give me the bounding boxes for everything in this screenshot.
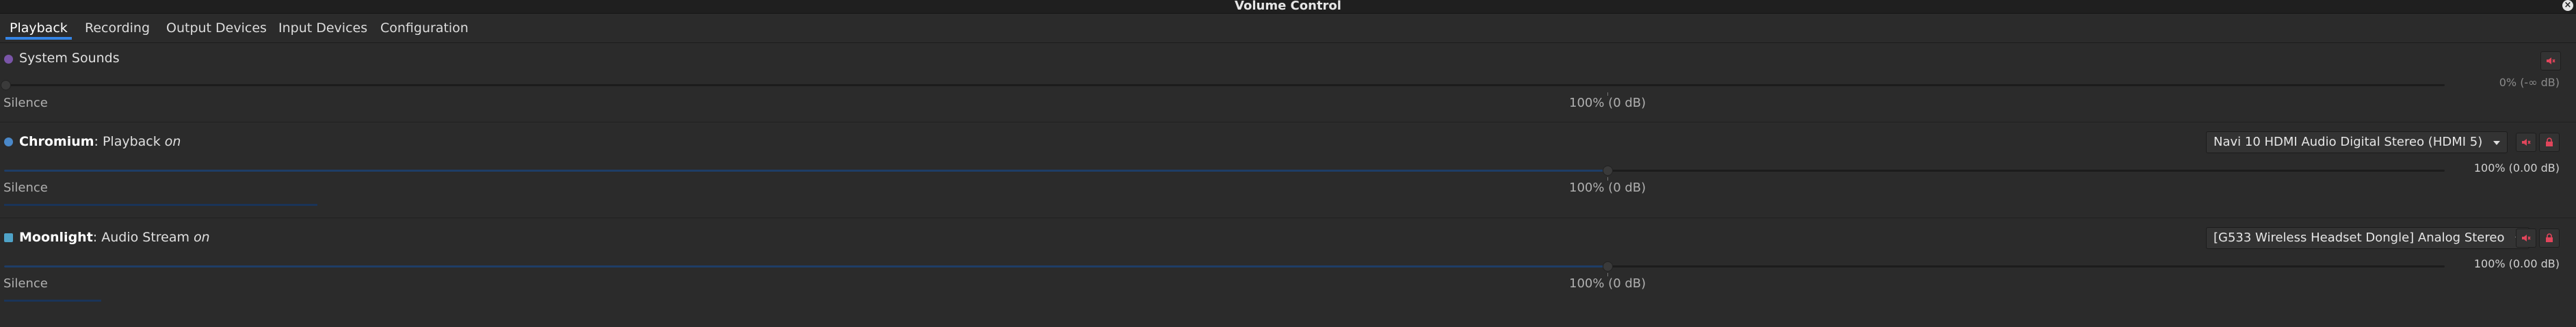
tab-output-devices[interactable]: Output Devices xyxy=(162,19,271,40)
volume-readout: 0% (-∞ dB) xyxy=(2499,76,2560,89)
moonlight-icon xyxy=(4,233,13,242)
tab-configuration[interactable]: Configuration xyxy=(376,19,473,40)
scale-100-label: 100% (0 dB) xyxy=(1569,181,1646,195)
close-icon[interactable]: × xyxy=(2562,0,2573,11)
lock-icon xyxy=(2546,138,2553,146)
volume-slider[interactable] xyxy=(1,80,2445,90)
scale-100-label: 100% (0 dB) xyxy=(1569,96,1646,110)
chromium-icon xyxy=(4,138,13,146)
volume-slider[interactable] xyxy=(4,166,2445,176)
stream-title: Chromium: Playback on xyxy=(19,134,181,149)
device-select-label: Navi 10 HDMI Audio Digital Stereo (HDMI … xyxy=(2213,135,2483,149)
volume-slider-handle[interactable] xyxy=(1,80,11,90)
stream-moonlight: Moonlight: Audio Stream on [G533 Wireles… xyxy=(0,219,2576,308)
volume-readout: 100% (0.00 dB) xyxy=(2473,257,2560,270)
output-device-select[interactable]: [G533 Wireless Headset Dongle] Analog St… xyxy=(2206,227,2530,249)
lock-icon xyxy=(2546,233,2553,242)
stream-state: on xyxy=(164,134,181,149)
stream-detail: : Playback xyxy=(94,134,161,149)
lock-channels-button[interactable] xyxy=(2539,133,2560,152)
volume-slider[interactable] xyxy=(4,261,2445,272)
tab-bar: Playback Recording Output Devices Input … xyxy=(0,14,2576,43)
tab-playback[interactable]: Playback xyxy=(5,19,72,40)
speaker-mute-icon xyxy=(2522,139,2531,146)
speaker-mute-icon xyxy=(2522,235,2531,241)
peak-meter xyxy=(4,204,318,206)
app-name: Moonlight xyxy=(19,230,93,245)
scale-silence-label: Silence xyxy=(3,276,48,291)
volume-slider-fill xyxy=(4,170,1607,172)
speaker-icon xyxy=(4,55,13,64)
window-title: Volume Control xyxy=(1235,0,1341,13)
app-name: System Sounds xyxy=(19,51,120,66)
volume-slider-handle[interactable] xyxy=(1603,261,1613,272)
mute-button[interactable] xyxy=(2540,51,2561,70)
scale-silence-label: Silence xyxy=(3,181,48,195)
output-device-select[interactable]: Navi 10 HDMI Audio Digital Stereo (HDMI … xyxy=(2206,131,2508,153)
volume-slider-fill xyxy=(4,265,1607,267)
tab-input-devices[interactable]: Input Devices xyxy=(274,19,371,40)
stream-title: Moonlight: Audio Stream on xyxy=(19,230,210,245)
mute-button[interactable] xyxy=(2516,228,2536,248)
stream-title: System Sounds xyxy=(19,51,120,66)
lock-channels-button[interactable] xyxy=(2539,228,2560,248)
stream-detail: : Audio Stream xyxy=(92,230,190,245)
title-bar: Volume Control × xyxy=(0,0,2576,14)
peak-meter xyxy=(4,300,102,302)
chevron-down-icon xyxy=(2493,141,2501,145)
volume-slider-handle[interactable] xyxy=(1603,166,1613,176)
volume-readout: 100% (0.00 dB) xyxy=(2473,161,2560,174)
stream-system-sounds: System Sounds 0% (-∞ dB) Silence 100% (0… xyxy=(0,43,2576,122)
muted-speaker-icon xyxy=(2547,57,2555,64)
scale-silence-label: Silence xyxy=(3,96,48,110)
stream-chromium: Chromium: Playback on Navi 10 HDMI Audio… xyxy=(0,123,2576,212)
app-name: Chromium xyxy=(19,134,94,149)
mute-button[interactable] xyxy=(2516,133,2536,152)
stream-state: on xyxy=(194,230,210,245)
scale-100-label: 100% (0 dB) xyxy=(1569,276,1646,291)
tab-recording[interactable]: Recording xyxy=(81,19,154,40)
device-select-label: [G533 Wireless Headset Dongle] Analog St… xyxy=(2213,231,2505,245)
